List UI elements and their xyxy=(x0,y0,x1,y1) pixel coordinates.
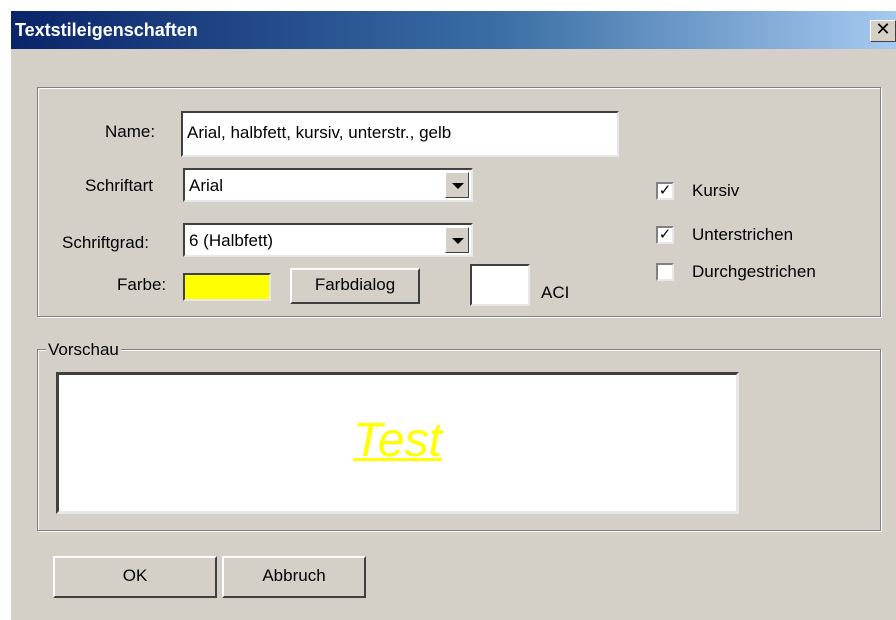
font-label: Schriftart xyxy=(85,176,154,195)
color-dialog-button-label: Farbdialog xyxy=(314,275,396,294)
window-title: Textstileigenschaften xyxy=(15,20,198,40)
color-label: Farbe: xyxy=(117,275,167,294)
name-input[interactable]: Arial, halbfett, kursiv, unterstr., gelb xyxy=(181,111,619,157)
ok-button[interactable]: OK xyxy=(53,556,217,598)
name-input-value: Arial, halbfett, kursiv, unterstr., gelb xyxy=(187,123,452,142)
font-select-value: Arial xyxy=(189,176,224,195)
preview-pane: Test xyxy=(56,372,739,514)
chevron-down-icon xyxy=(452,183,464,189)
strikethrough-label[interactable]: Durchgestrichen xyxy=(692,262,816,282)
cancel-button[interactable]: Abbruch xyxy=(222,556,366,598)
ok-button-label: OK xyxy=(122,566,148,585)
dialog-window: Textstileigenschaften ✕ Name: Arial, hal… xyxy=(10,10,896,620)
preview-text: Test xyxy=(353,414,442,467)
color-swatch-fill xyxy=(185,275,269,299)
font-select[interactable]: Arial xyxy=(183,168,473,202)
name-label: Name: xyxy=(105,122,156,141)
font-dropdown-button[interactable] xyxy=(445,172,469,198)
size-label: Schriftgrad: xyxy=(62,233,149,252)
aci-input[interactable] xyxy=(470,264,530,306)
chevron-down-icon xyxy=(452,238,464,244)
title-bar[interactable]: Textstileigenschaften ✕ xyxy=(11,11,896,49)
close-icon: ✕ xyxy=(875,19,891,40)
italic-checkbox[interactable]: ✓ xyxy=(656,182,674,200)
strikethrough-checkbox[interactable] xyxy=(656,263,674,281)
underline-checkbox[interactable]: ✓ xyxy=(656,226,674,244)
size-select-value: 6 (Halbfett) xyxy=(189,231,274,250)
close-button[interactable]: ✕ xyxy=(870,20,896,42)
cancel-button-label: Abbruch xyxy=(262,566,326,585)
color-swatch[interactable] xyxy=(183,273,271,301)
underline-label[interactable]: Unterstrichen xyxy=(692,225,793,245)
italic-label[interactable]: Kursiv xyxy=(692,181,739,201)
preview-legend: Vorschau xyxy=(46,340,121,360)
size-select[interactable]: 6 (Halbfett) xyxy=(183,223,473,257)
color-dialog-button[interactable]: Farbdialog xyxy=(290,268,420,304)
size-dropdown-button[interactable] xyxy=(445,227,469,253)
aci-label: ACI xyxy=(541,283,570,302)
